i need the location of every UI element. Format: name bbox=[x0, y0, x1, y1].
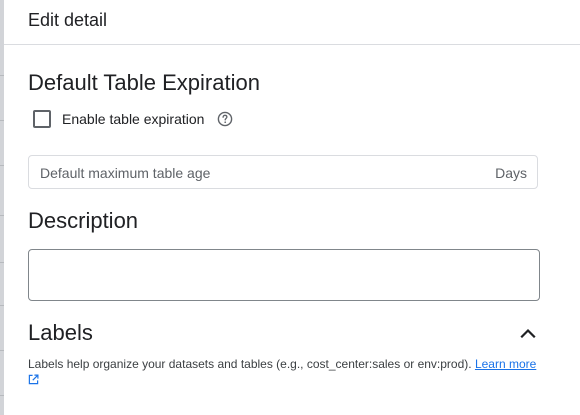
chevron-up-icon bbox=[520, 325, 536, 343]
learn-more-link[interactable]: Learn more bbox=[475, 357, 536, 371]
default-table-expiration-heading: Default Table Expiration bbox=[28, 70, 260, 95]
description-heading: Description bbox=[28, 208, 139, 233]
panel-header: Edit detail bbox=[4, 0, 580, 45]
edge-mark bbox=[0, 120, 4, 121]
edge-mark bbox=[0, 305, 4, 306]
edge-mark bbox=[0, 395, 4, 396]
edit-detail-panel: Edit detail Default Table Expiration Ena… bbox=[0, 0, 580, 415]
edge-mark bbox=[0, 262, 4, 263]
labels-heading: Labels bbox=[28, 320, 93, 345]
enable-table-expiration-row: Enable table expiration bbox=[33, 109, 233, 129]
background-page-edge bbox=[0, 0, 4, 415]
panel-title: Edit detail bbox=[28, 10, 108, 30]
enable-table-expiration-label[interactable]: Enable table expiration bbox=[62, 111, 204, 127]
enable-table-expiration-checkbox[interactable] bbox=[33, 110, 51, 128]
help-circle-icon[interactable] bbox=[217, 111, 233, 127]
edge-mark bbox=[0, 75, 4, 76]
edge-mark bbox=[0, 215, 4, 216]
default-max-table-age-field[interactable]: Default maximum table age Days bbox=[28, 155, 538, 189]
days-suffix: Days bbox=[495, 165, 527, 181]
edge-mark bbox=[0, 350, 4, 351]
default-max-table-age-placeholder: Default maximum table age bbox=[40, 165, 211, 181]
edge-mark bbox=[0, 165, 4, 166]
labels-help-text-block: Labels help organize your datasets and t… bbox=[28, 356, 540, 389]
open-in-new-icon[interactable] bbox=[28, 373, 39, 389]
description-textarea[interactable] bbox=[28, 249, 540, 301]
labels-help-text: Labels help organize your datasets and t… bbox=[28, 357, 475, 371]
labels-collapse-button[interactable] bbox=[516, 322, 540, 346]
